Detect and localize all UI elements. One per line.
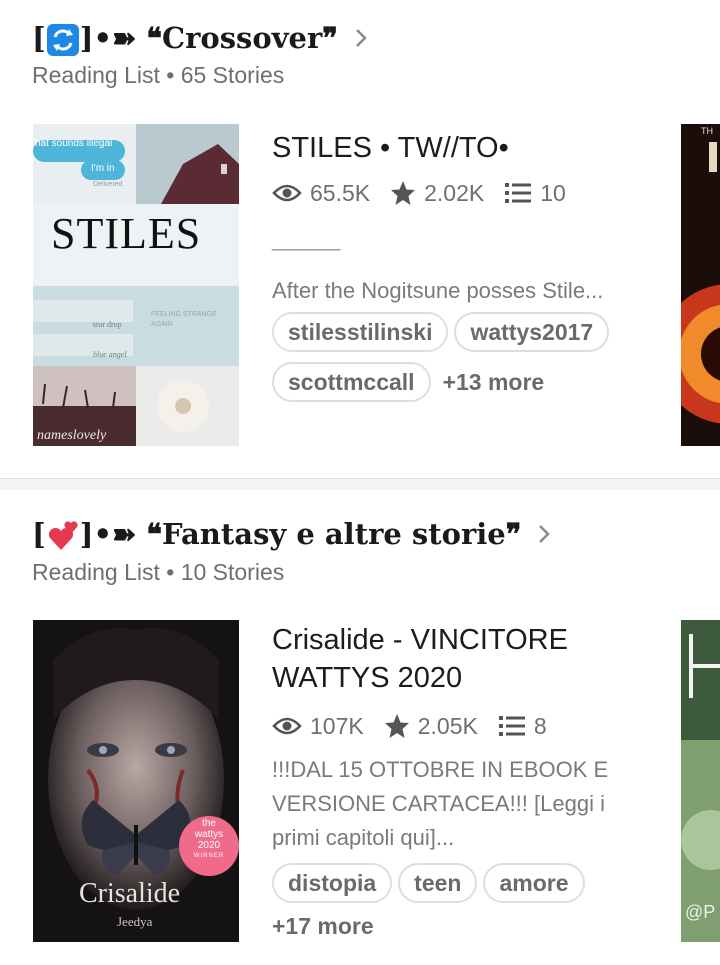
cover-chat-bubble: hat sounds illegal — [35, 138, 113, 149]
reading-list-title: [ ]•➽ ❝Crossover❞ — [32, 20, 338, 56]
reads-stat: 107K — [272, 713, 364, 740]
tag-chip[interactable]: scottmccall — [272, 362, 431, 402]
next-story-cover[interactable]: TH — [681, 124, 720, 446]
cover-author: Jeedya — [117, 914, 153, 929]
wattys-badge: the wattys 2020 WINNER — [193, 818, 225, 859]
star-icon — [391, 181, 416, 205]
story-info[interactable]: Crisalide - VINCITORE WATTYS 2020 107K 2… — [272, 621, 652, 940]
reading-list-title: [ ]•➽ ❝Fantasy e altre storie❞ — [32, 516, 522, 552]
votes-stat: 2.02K — [390, 180, 484, 207]
more-tags-link[interactable]: +17 more — [272, 913, 652, 940]
list-icon — [505, 183, 532, 203]
cover-text: blue angel — [93, 350, 127, 359]
story-title[interactable]: Crisalide - VINCITORE WATTYS 2020 — [272, 621, 632, 697]
cover-chat-bubble: I'm in — [91, 163, 115, 174]
reading-list-subtitle: Reading List • 10 Stories — [32, 559, 285, 585]
story-stats: 107K 2.05K 8 — [272, 711, 652, 741]
tag-chip[interactable]: amore — [483, 863, 585, 903]
cover-credit: nameslovely — [37, 428, 107, 443]
tag-chip[interactable]: wattys2017 — [454, 312, 610, 352]
tag-chip[interactable]: teen — [398, 863, 478, 903]
next-cover-text: @P — [685, 902, 716, 922]
story-description: !!!DAL 15 OTTOBRE IN EBOOK E VERSIONE CA… — [272, 757, 609, 850]
tag-chip[interactable]: distopia — [272, 863, 393, 903]
reading-list-header[interactable]: [ ]•➽ ❝Crossover❞ — [32, 18, 372, 58]
revolving-hearts-icon — [47, 520, 79, 552]
chevron-right-icon[interactable] — [350, 27, 372, 49]
story-info[interactable]: STILES • TW//TO• 65.5K 2.02K 10 ______ A… — [272, 129, 652, 402]
description-separator: ______ — [272, 226, 340, 251]
chevron-right-icon[interactable] — [533, 523, 555, 545]
story-title[interactable]: STILES • TW//TO• — [272, 129, 652, 167]
eye-icon — [272, 184, 302, 202]
parts-stat: 8 — [498, 713, 547, 740]
votes-stat: 2.05K — [384, 713, 478, 740]
reading-list-header[interactable]: [ ]•➽ ❝Fantasy e altre storie❞ — [32, 514, 555, 554]
story-stats: 65.5K 2.02K 10 — [272, 178, 652, 208]
story-description: After the Nogitsune posses Stile... — [272, 278, 604, 303]
arrows-repeat-icon — [46, 23, 79, 56]
parts-stat: 10 — [504, 180, 566, 207]
cover-title: STILES — [51, 209, 202, 258]
eye-icon — [272, 717, 302, 735]
cover-title: Crisalide — [79, 878, 181, 909]
story-cover[interactable]: the wattys 2020 WINNER Crisalide Jeedya — [33, 620, 239, 942]
reading-list-section: [ ]•➽ ❝Fantasy e altre storie❞ Reading L… — [0, 490, 720, 965]
more-tags-link[interactable]: +13 more — [437, 369, 545, 396]
tag-chip[interactable]: stilesstilinski — [272, 312, 449, 352]
cover-text: tear drop — [93, 320, 122, 329]
next-story-cover[interactable]: @P — [681, 620, 720, 942]
star-icon — [384, 714, 409, 738]
reading-list-subtitle: Reading List • 65 Stories — [32, 62, 285, 88]
next-cover-text: TH — [701, 126, 713, 136]
reading-list-section: [ ]•➽ ❝Crossover❞ Reading List • 65 Stor… — [0, 0, 720, 478]
list-icon — [498, 716, 525, 736]
reads-stat: 65.5K — [272, 180, 370, 207]
story-tags: distopia teen amore — [272, 863, 652, 903]
story-tags: stilesstilinski wattys2017 scottmccall +… — [272, 312, 652, 402]
cover-chat-status: Delivered — [93, 181, 123, 188]
story-cover[interactable]: hat sounds illegal I'm in Delivered STIL… — [33, 124, 239, 446]
section-divider — [0, 478, 720, 490]
cover-text: FEELING STRANGE AGAIN — [151, 311, 217, 328]
